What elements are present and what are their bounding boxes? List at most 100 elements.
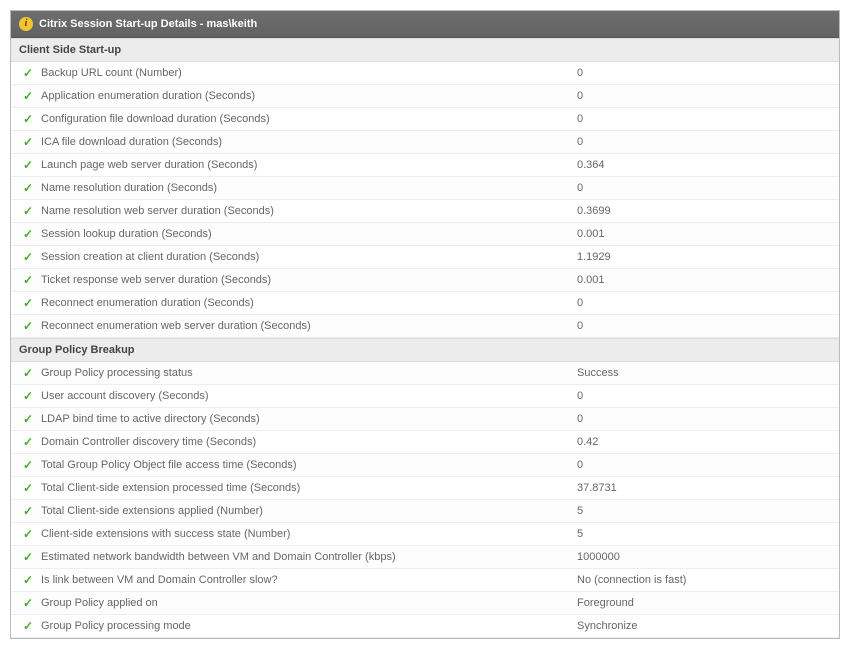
metric-label: Client-side extensions with success stat… bbox=[37, 528, 577, 540]
metric-row: ✓Total Client-side extensions applied (N… bbox=[11, 500, 839, 523]
metric-label: Name resolution duration (Seconds) bbox=[37, 182, 577, 194]
check-icon: ✓ bbox=[19, 366, 37, 380]
metric-label: Session lookup duration (Seconds) bbox=[37, 228, 577, 240]
metric-row: ✓Reconnect enumeration web server durati… bbox=[11, 315, 839, 338]
metric-label: Backup URL count (Number) bbox=[37, 67, 577, 79]
metric-row: ✓Configuration file download duration (S… bbox=[11, 108, 839, 131]
metric-value: 0 bbox=[577, 182, 831, 194]
panel-header: i Citrix Session Start-up Details - mas\… bbox=[11, 11, 839, 38]
metric-row: ✓Backup URL count (Number)0 bbox=[11, 62, 839, 85]
check-icon: ✓ bbox=[19, 89, 37, 103]
metric-value: No (connection is fast) bbox=[577, 574, 831, 586]
metric-value: 0.3699 bbox=[577, 205, 831, 217]
metric-row: ✓Total Group Policy Object file access t… bbox=[11, 454, 839, 477]
metric-row: ✓Estimated network bandwidth between VM … bbox=[11, 546, 839, 569]
metric-value: 0 bbox=[577, 113, 831, 125]
metric-label: Total Client-side extensions applied (Nu… bbox=[37, 505, 577, 517]
metric-label: Application enumeration duration (Second… bbox=[37, 90, 577, 102]
check-icon: ✓ bbox=[19, 596, 37, 610]
check-icon: ✓ bbox=[19, 250, 37, 264]
metric-label: Total Group Policy Object file access ti… bbox=[37, 459, 577, 471]
metric-row: ✓Total Client-side extension processed t… bbox=[11, 477, 839, 500]
check-icon: ✓ bbox=[19, 273, 37, 287]
check-icon: ✓ bbox=[19, 389, 37, 403]
metric-row: ✓Name resolution web server duration (Se… bbox=[11, 200, 839, 223]
metric-label: User account discovery (Seconds) bbox=[37, 390, 577, 402]
check-icon: ✓ bbox=[19, 135, 37, 149]
check-icon: ✓ bbox=[19, 619, 37, 633]
metric-value: 5 bbox=[577, 505, 831, 517]
metric-label: Total Client-side extension processed ti… bbox=[37, 482, 577, 494]
session-startup-panel: i Citrix Session Start-up Details - mas\… bbox=[10, 10, 840, 639]
metric-value: 0 bbox=[577, 390, 831, 402]
metric-label: LDAP bind time to active directory (Seco… bbox=[37, 413, 577, 425]
check-icon: ✓ bbox=[19, 204, 37, 218]
check-icon: ✓ bbox=[19, 66, 37, 80]
metric-row: ✓Client-side extensions with success sta… bbox=[11, 523, 839, 546]
check-icon: ✓ bbox=[19, 227, 37, 241]
metric-row: ✓Application enumeration duration (Secon… bbox=[11, 85, 839, 108]
metric-row: ✓Launch page web server duration (Second… bbox=[11, 154, 839, 177]
metric-label: Reconnect enumeration web server duratio… bbox=[37, 320, 577, 332]
info-icon: i bbox=[19, 17, 33, 31]
check-icon: ✓ bbox=[19, 550, 37, 564]
metric-label: Group Policy processing status bbox=[37, 367, 577, 379]
metric-row: ✓ICA file download duration (Seconds)0 bbox=[11, 131, 839, 154]
metric-value: 0.001 bbox=[577, 228, 831, 240]
metric-value: Success bbox=[577, 367, 831, 379]
metric-row: ✓Is link between VM and Domain Controlle… bbox=[11, 569, 839, 592]
metric-value: 0 bbox=[577, 459, 831, 471]
check-icon: ✓ bbox=[19, 412, 37, 426]
check-icon: ✓ bbox=[19, 296, 37, 310]
metric-label: Is link between VM and Domain Controller… bbox=[37, 574, 577, 586]
check-icon: ✓ bbox=[19, 181, 37, 195]
metric-row: ✓Ticket response web server duration (Se… bbox=[11, 269, 839, 292]
metric-row: ✓Name resolution duration (Seconds)0 bbox=[11, 177, 839, 200]
metric-label: ICA file download duration (Seconds) bbox=[37, 136, 577, 148]
metric-value: 0 bbox=[577, 136, 831, 148]
check-icon: ✓ bbox=[19, 158, 37, 172]
metric-row: ✓Session lookup duration (Seconds)0.001 bbox=[11, 223, 839, 246]
metric-row: ✓Group Policy processing statusSuccess bbox=[11, 362, 839, 385]
check-icon: ✓ bbox=[19, 435, 37, 449]
metric-label: Domain Controller discovery time (Second… bbox=[37, 436, 577, 448]
check-icon: ✓ bbox=[19, 319, 37, 333]
metric-label: Ticket response web server duration (Sec… bbox=[37, 274, 577, 286]
check-icon: ✓ bbox=[19, 573, 37, 587]
metric-row: ✓Session creation at client duration (Se… bbox=[11, 246, 839, 269]
metric-value: 0 bbox=[577, 320, 831, 332]
metric-value: 0.42 bbox=[577, 436, 831, 448]
metric-value: Foreground bbox=[577, 597, 831, 609]
section-header: Client Side Start-up bbox=[11, 38, 839, 62]
metric-value: 1.1929 bbox=[577, 251, 831, 263]
metric-row: ✓User account discovery (Seconds)0 bbox=[11, 385, 839, 408]
metric-label: Launch page web server duration (Seconds… bbox=[37, 159, 577, 171]
metric-value: 5 bbox=[577, 528, 831, 540]
metric-value: 0 bbox=[577, 67, 831, 79]
metric-value: 0.364 bbox=[577, 159, 831, 171]
check-icon: ✓ bbox=[19, 481, 37, 495]
metric-value: 0 bbox=[577, 90, 831, 102]
metric-row: ✓Domain Controller discovery time (Secon… bbox=[11, 431, 839, 454]
metric-label: Name resolution web server duration (Sec… bbox=[37, 205, 577, 217]
metric-row: ✓Reconnect enumeration duration (Seconds… bbox=[11, 292, 839, 315]
section-header: Group Policy Breakup bbox=[11, 338, 839, 362]
metric-label: Reconnect enumeration duration (Seconds) bbox=[37, 297, 577, 309]
metric-label: Group Policy applied on bbox=[37, 597, 577, 609]
check-icon: ✓ bbox=[19, 112, 37, 126]
sections-container: Client Side Start-up✓Backup URL count (N… bbox=[11, 38, 839, 638]
metric-label: Configuration file download duration (Se… bbox=[37, 113, 577, 125]
check-icon: ✓ bbox=[19, 458, 37, 472]
metric-row: ✓Group Policy processing modeSynchronize bbox=[11, 615, 839, 638]
metric-value: Synchronize bbox=[577, 620, 831, 632]
metric-value: 37.8731 bbox=[577, 482, 831, 494]
metric-label: Session creation at client duration (Sec… bbox=[37, 251, 577, 263]
check-icon: ✓ bbox=[19, 504, 37, 518]
metric-label: Estimated network bandwidth between VM a… bbox=[37, 551, 577, 563]
check-icon: ✓ bbox=[19, 527, 37, 541]
metric-label: Group Policy processing mode bbox=[37, 620, 577, 632]
metric-value: 0 bbox=[577, 297, 831, 309]
metric-row: ✓LDAP bind time to active directory (Sec… bbox=[11, 408, 839, 431]
metric-row: ✓Group Policy applied onForeground bbox=[11, 592, 839, 615]
metric-value: 0 bbox=[577, 413, 831, 425]
